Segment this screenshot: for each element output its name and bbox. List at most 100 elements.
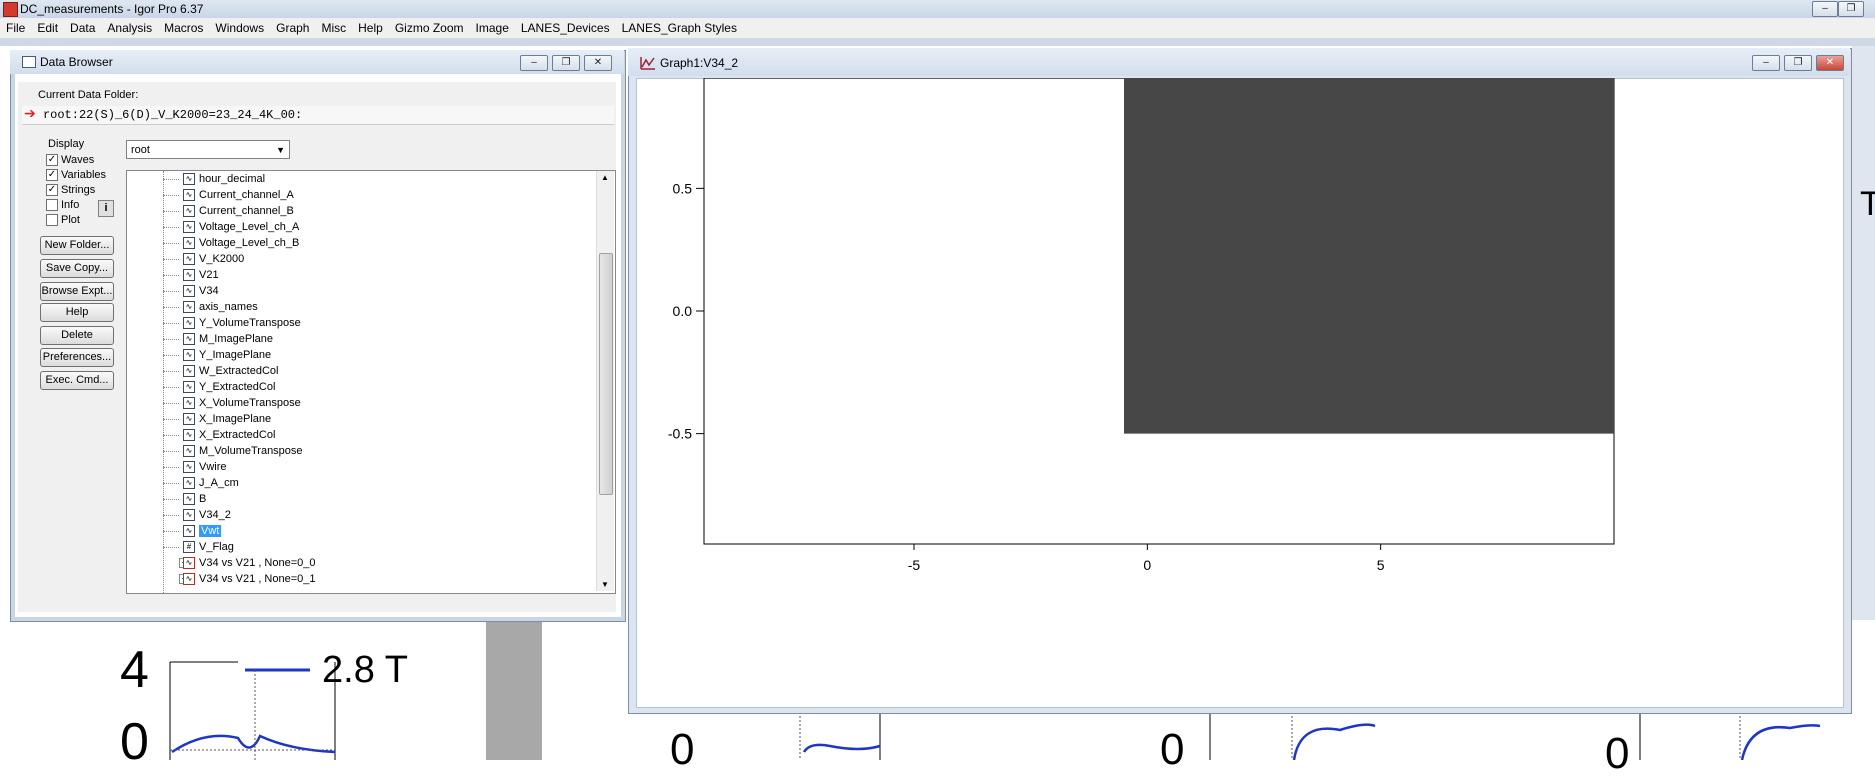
wave-icon: ∿ <box>183 445 195 458</box>
variables-checkbox[interactable]: ✓ <box>46 169 58 182</box>
tree-item-label: W_ExtractedCol <box>199 365 279 377</box>
info-checkbox[interactable] <box>46 199 58 212</box>
tree-connector <box>163 195 179 196</box>
db-restore-button[interactable]: ❐ <box>552 55 580 71</box>
check-waves[interactable]: ✓ Waves <box>46 154 94 167</box>
tree-connector <box>163 547 179 548</box>
graph-titlebar[interactable]: Graph1:V34_2 – ❐ ✕ <box>628 48 1850 76</box>
strings-checkbox[interactable]: ✓ <box>46 184 58 197</box>
restore-button[interactable]: ❐ <box>1838 1 1864 17</box>
minimize-button[interactable]: – <box>1812 1 1838 17</box>
background-zero-a: 0 <box>670 725 695 774</box>
tree-connector <box>163 515 179 516</box>
menu-help[interactable]: Help <box>352 18 389 38</box>
x-tick-label: 5 <box>1377 557 1385 573</box>
info-button-icon[interactable]: i <box>98 200 114 217</box>
new-folder-button[interactable]: New Folder... <box>40 236 114 255</box>
menu-image[interactable]: Image <box>470 18 515 38</box>
tree-connector <box>163 499 179 500</box>
graph-minimize-button[interactable]: – <box>1752 55 1780 71</box>
wave-icon: ∿ <box>183 221 195 234</box>
tree-item[interactable]: ∿ J_A_cm <box>183 475 239 491</box>
tree-item[interactable]: ∿ Current_channel_A <box>183 187 294 203</box>
check-strings[interactable]: ✓ Strings <box>46 184 96 197</box>
igor-logo-icon <box>3 2 18 17</box>
tree-folder[interactable]: ∿ V34 vs V21 , None=0_0 <box>183 555 316 571</box>
info-label: Info <box>61 199 80 211</box>
tree-connector <box>163 323 179 324</box>
db-close-button[interactable]: ✕ <box>584 55 612 71</box>
menu-gizmo-zoom[interactable]: Gizmo Zoom <box>389 18 470 38</box>
image-plot[interactable]: -5 0 5 0.5 0.0 -0.5 <box>636 78 1842 706</box>
menu-analysis[interactable]: Analysis <box>101 18 158 38</box>
wave-icon: ∿ <box>183 429 195 442</box>
wave-icon: ∿ <box>183 349 195 362</box>
tree-item[interactable]: ∿ Y_ImagePlane <box>183 347 271 363</box>
tree-item[interactable]: ∿ V34 <box>183 283 219 299</box>
tree-item[interactable]: ∿ Voltage_Level_ch_A <box>183 219 299 235</box>
tree-item[interactable]: ∿ X_VolumeTranspose <box>183 395 301 411</box>
y-axis-ticks: 0.5 0.0 -0.5 <box>668 180 704 442</box>
tree-item[interactable]: ∿ X_ExtractedCol <box>183 427 275 443</box>
tree-item-label: Current_channel_B <box>199 205 294 217</box>
check-plot[interactable]: Plot <box>46 214 80 227</box>
tree-item[interactable]: ∿ M_ImagePlane <box>183 331 273 347</box>
tree-connector <box>163 435 179 436</box>
graph-restore-button[interactable]: ❐ <box>1784 55 1812 71</box>
save-copy-button[interactable]: Save Copy... <box>40 259 114 278</box>
check-variables[interactable]: ✓ Variables <box>46 169 106 182</box>
strings-label: Strings <box>61 184 96 196</box>
tree-item[interactable]: ∿ B <box>183 491 206 507</box>
image-heatmap <box>1124 78 1614 434</box>
tree-item[interactable]: ∿ Y_ExtractedCol <box>183 379 275 395</box>
scroll-up-icon[interactable]: ▲ <box>601 173 609 182</box>
tree-item[interactable]: ∿ Current_channel_B <box>183 203 294 219</box>
menu-graph[interactable]: Graph <box>270 18 315 38</box>
tree-item[interactable]: ∿ V21 <box>183 267 219 283</box>
tree-folder[interactable]: ∿ V34 vs V21 , None=0_1 <box>183 571 316 587</box>
menu-lanes-devices[interactable]: LANES_Devices <box>515 18 616 38</box>
menu-macros[interactable]: Macros <box>158 18 209 38</box>
wave-icon: ∿ <box>183 173 195 186</box>
menu-lanes-graph-styles[interactable]: LANES_Graph Styles <box>616 18 743 38</box>
waves-checkbox[interactable]: ✓ <box>46 154 58 167</box>
wave-icon: ∿ <box>183 205 195 218</box>
app-titlebar: DC_measurements - Igor Pro 6.37 – ❐ <box>0 0 1875 19</box>
menu-data[interactable]: Data <box>64 18 101 38</box>
menu-misc[interactable]: Misc <box>315 18 352 38</box>
background-window-strip <box>0 38 1875 46</box>
tree-item[interactable]: ∿ W_ExtractedCol <box>183 363 278 379</box>
tree-item[interactable]: ∿ Voltage_Level_ch_B <box>183 235 299 251</box>
delete-button[interactable]: Delete <box>40 326 114 345</box>
tree-item[interactable]: ∿ V34_2 <box>183 507 231 523</box>
check-info[interactable]: Info <box>46 199 80 212</box>
help-button[interactable]: Help <box>40 303 114 322</box>
plot-checkbox[interactable] <box>46 214 58 227</box>
tree-connector <box>163 403 179 404</box>
tree-item[interactable]: ∿ Vwire <box>183 459 227 475</box>
tree-item[interactable]: ∿ axis_names <box>183 299 258 315</box>
scrollbar-thumb[interactable] <box>599 253 613 495</box>
exec-cmd-button[interactable]: Exec. Cmd... <box>40 371 114 390</box>
tree-item[interactable]: ∿ Y_VolumeTranspose <box>183 315 301 331</box>
graph-close-button[interactable]: ✕ <box>1816 55 1844 71</box>
tree-item[interactable]: ∿ V_K2000 <box>183 251 244 267</box>
menu-edit[interactable]: Edit <box>31 18 64 38</box>
browse-expt-button[interactable]: Browse Expt... <box>40 282 114 301</box>
tree-item[interactable]: ∿ Vwt <box>183 523 222 539</box>
menu-windows[interactable]: Windows <box>209 18 270 38</box>
menu-file[interactable]: File <box>0 18 31 38</box>
preferences-button[interactable]: Preferences... <box>40 348 114 367</box>
tree-item[interactable]: ∿ hour_decimal <box>183 171 265 187</box>
tree-scrollbar[interactable]: ▲ ▼ <box>596 171 614 591</box>
tree-item[interactable]: # V_Flag <box>183 539 234 555</box>
scroll-down-icon[interactable]: ▼ <box>601 580 609 589</box>
db-minimize-button[interactable]: – <box>520 55 548 71</box>
current-folder-label: Current Data Folder: <box>38 89 139 101</box>
tree-connector <box>163 227 179 228</box>
tree-item[interactable]: ∿ M_VolumeTranspose <box>183 443 303 459</box>
tree-item[interactable]: ∿ X_ImagePlane <box>183 411 271 427</box>
folder-select[interactable]: root ▼ <box>126 140 290 159</box>
data-browser-titlebar[interactable]: Data Browser – ❐ ✕ <box>10 50 624 74</box>
tree-connector <box>163 291 179 292</box>
